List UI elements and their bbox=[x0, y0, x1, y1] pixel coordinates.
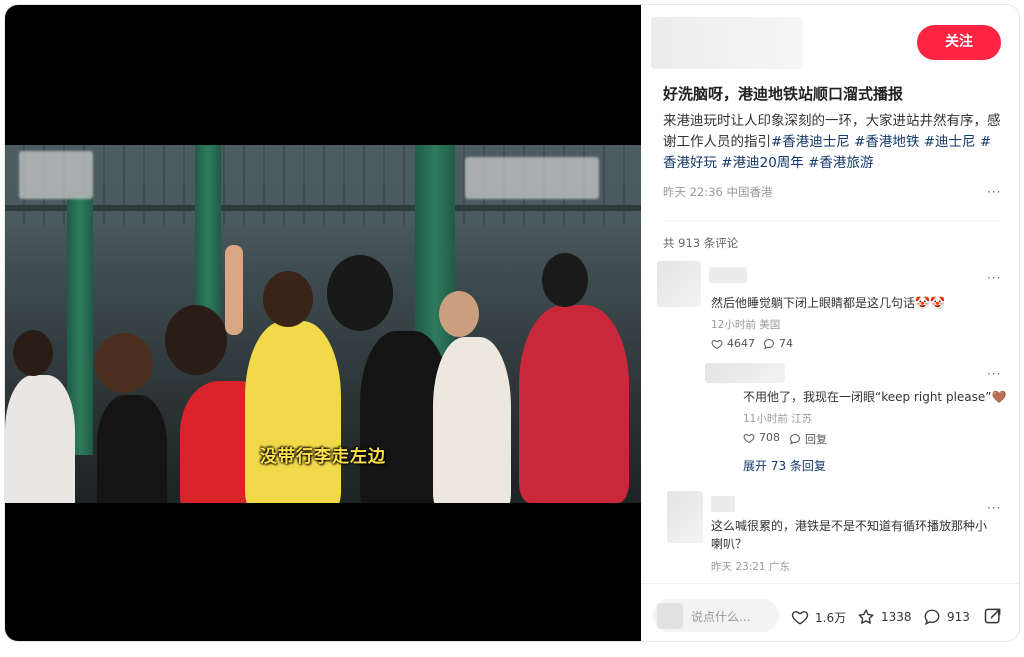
person bbox=[519, 305, 629, 503]
bottom-action-bar: 说点什么... 1.6万 1338 913 bbox=[641, 583, 1019, 641]
video-subtitle: 没带行李走左边 bbox=[260, 447, 386, 467]
comment-meta: 12小时前 美国 bbox=[711, 319, 781, 331]
hashtag[interactable]: #香港地铁 bbox=[854, 134, 919, 150]
hashtag[interactable]: #迪士尼 bbox=[924, 134, 976, 150]
staff-member bbox=[245, 321, 341, 503]
comment-more-button[interactable]: ··· bbox=[987, 271, 1001, 285]
like-button[interactable]: 1.6万 bbox=[791, 608, 846, 626]
comment-text: 这么喊很累的，港铁是不是不知道有循环播放那种小喇叭？ bbox=[711, 519, 988, 551]
comment-more-button[interactable]: ··· bbox=[987, 501, 1001, 515]
video-frame[interactable]: 没带行李走左边 bbox=[5, 145, 641, 503]
comment-like-count: 4647 bbox=[727, 337, 755, 350]
roof-beam bbox=[5, 205, 641, 211]
comment-reply-count: 74 bbox=[779, 337, 793, 350]
blurred-region bbox=[465, 157, 599, 199]
comment-avatar[interactable] bbox=[667, 491, 703, 543]
divider bbox=[663, 220, 1001, 221]
person-head bbox=[439, 291, 479, 337]
collect-button[interactable]: 1338 bbox=[857, 608, 912, 626]
note-title: 好洗脑呀，港迪地铁站顺口溜式播报 bbox=[663, 85, 904, 103]
comment-text: 然后他睡觉躺下闭上眼睛都是这几句话🤡🤡 bbox=[711, 296, 945, 310]
reply-reply-label: 回复 bbox=[805, 433, 827, 446]
note-description: 来港迪玩时让人印象深刻的一环，大家进站井然有序，感谢工作人员的指引#香港迪士尼 … bbox=[663, 111, 1003, 174]
chat-bubble-icon bbox=[763, 338, 775, 349]
person-head bbox=[327, 255, 393, 331]
note-date-location: 昨天 22:36 中国香港 bbox=[663, 185, 773, 199]
reply-text: 不用他了，我现在一闭眼“keep right please”🤎 bbox=[743, 390, 1007, 404]
like-count: 1.6万 bbox=[815, 610, 847, 625]
person-head bbox=[165, 305, 227, 375]
hashtag[interactable]: #香港旅游 bbox=[808, 155, 873, 171]
comment-meta: 昨天 23:21 广东 bbox=[711, 561, 790, 573]
heart-icon bbox=[791, 611, 809, 625]
collect-count: 1338 bbox=[881, 610, 912, 624]
reply-meta: 11小时前 江苏 bbox=[743, 413, 813, 425]
user-avatar-blurred bbox=[657, 603, 683, 629]
note-card: 没带行李走左边 关注 好洗脑呀，港迪地铁站顺口溜式播报 来港迪玩时让人印象深刻的… bbox=[4, 4, 1020, 642]
person-head bbox=[95, 333, 153, 393]
video-player[interactable]: 没带行李走左边 bbox=[5, 5, 641, 641]
person bbox=[433, 337, 511, 503]
person bbox=[97, 395, 167, 503]
comment-total-count: 913 bbox=[947, 610, 970, 624]
blurred-region bbox=[19, 151, 93, 199]
heart-icon bbox=[743, 433, 755, 443]
chat-bubble-icon bbox=[924, 609, 940, 626]
reply-more-button[interactable]: ··· bbox=[987, 367, 1001, 381]
comment-reply-button[interactable]: 74 bbox=[763, 337, 793, 350]
comment-button[interactable]: 913 bbox=[923, 608, 970, 626]
heart-icon bbox=[711, 339, 723, 349]
comment-like-button[interactable]: 4647 bbox=[711, 337, 755, 350]
person bbox=[5, 375, 75, 503]
star-icon bbox=[858, 609, 874, 624]
reply-reply-button[interactable]: 回复 bbox=[789, 431, 827, 447]
comment-input-placeholder: 说点什么... bbox=[691, 610, 751, 624]
author-info-blurred[interactable] bbox=[651, 17, 803, 69]
share-button[interactable] bbox=[983, 606, 1003, 626]
hashtag[interactable]: #香港迪士尼 bbox=[771, 134, 850, 150]
person-head bbox=[542, 253, 588, 307]
comment-avatar[interactable] bbox=[657, 261, 701, 307]
comment-username-blurred[interactable] bbox=[709, 267, 747, 283]
raised-arm bbox=[225, 245, 243, 335]
reply-like-count: 708 bbox=[759, 431, 780, 444]
note-more-button[interactable]: ··· bbox=[987, 185, 1001, 199]
comment-count: 共 913 条评论 bbox=[663, 236, 739, 250]
person-head bbox=[13, 330, 53, 376]
reply-username-blurred[interactable] bbox=[705, 363, 785, 383]
follow-button[interactable]: 关注 bbox=[917, 25, 1001, 60]
comment-username-blurred[interactable] bbox=[711, 496, 735, 512]
hashtag[interactable]: #港迪20周年 bbox=[721, 155, 804, 171]
chat-bubble-icon bbox=[789, 433, 801, 445]
reply-like-button[interactable]: 708 bbox=[743, 431, 780, 444]
expand-replies-link[interactable]: 展开 73 条回复 bbox=[743, 457, 826, 474]
comment-input[interactable]: 说点什么... bbox=[653, 599, 779, 632]
person-head bbox=[263, 271, 313, 327]
note-detail-panel: 关注 好洗脑呀，港迪地铁站顺口溜式播报 来港迪玩时让人印象深刻的一环，大家进站井… bbox=[641, 5, 1019, 641]
share-icon bbox=[984, 608, 1001, 624]
